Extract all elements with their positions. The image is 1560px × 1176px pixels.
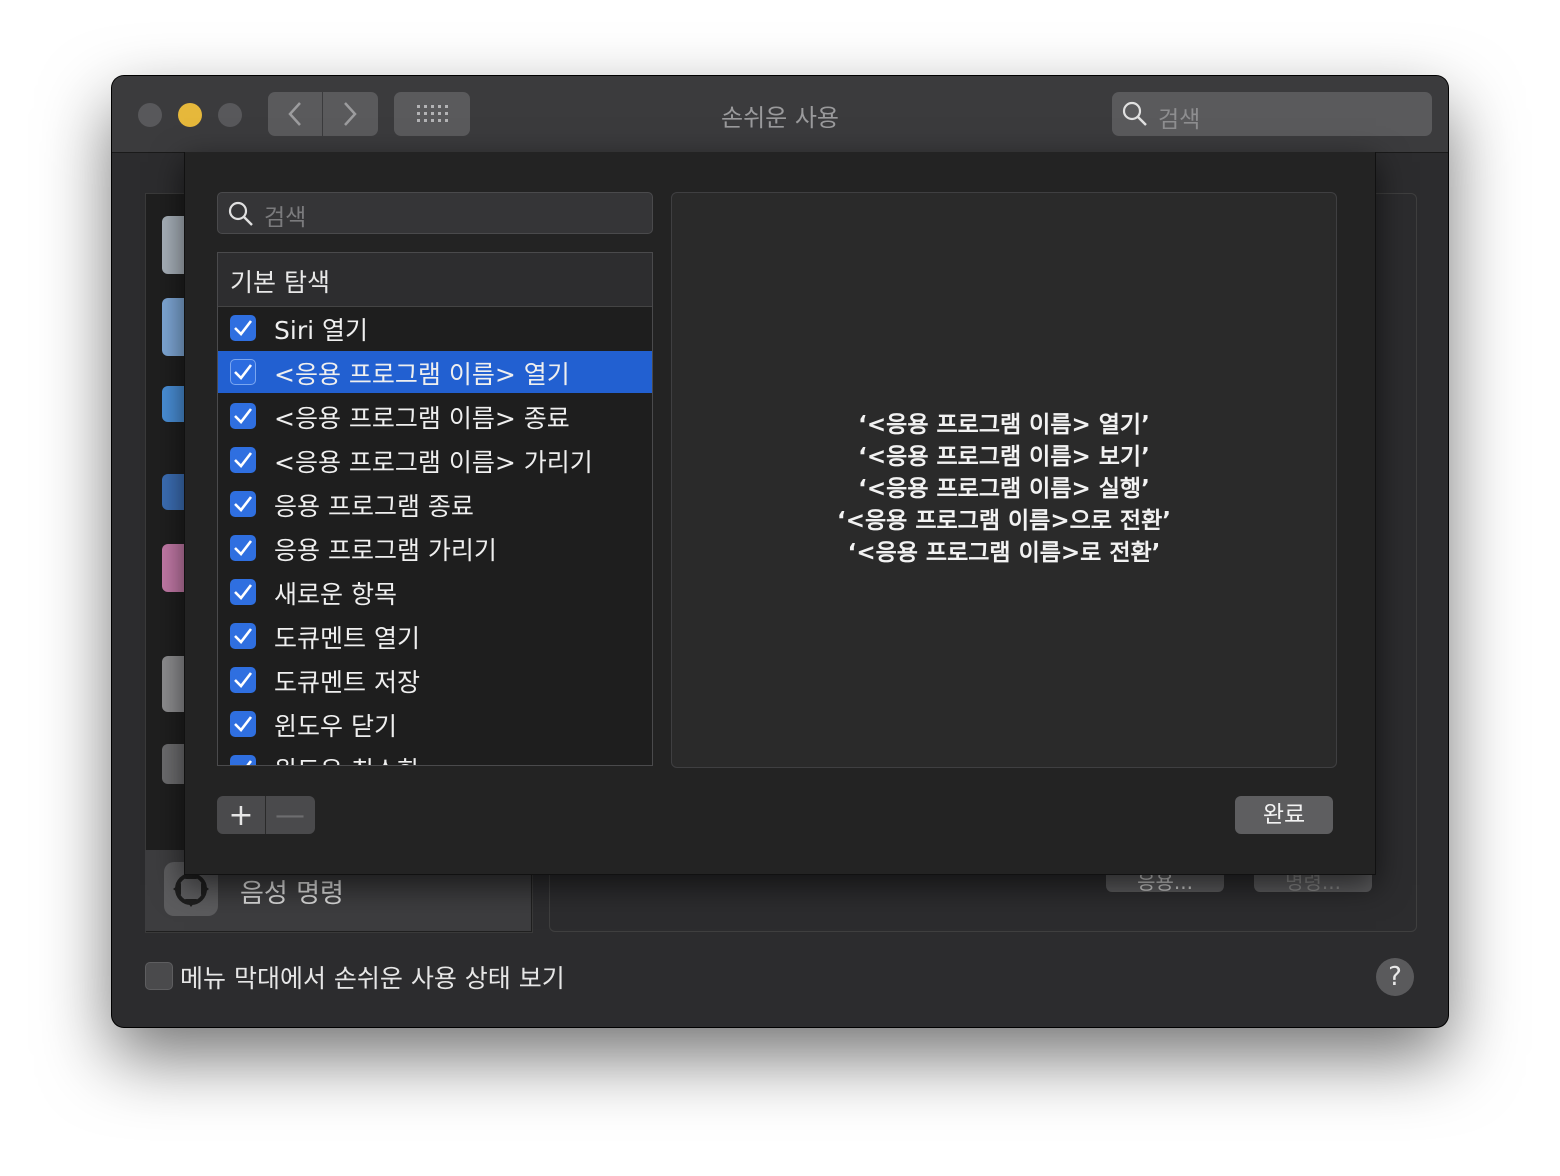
- checkmark-icon: [234, 540, 253, 556]
- command-label: <응용 프로그램 이름> 종료: [274, 404, 570, 433]
- command-checkbox[interactable]: [230, 667, 256, 693]
- checkmark-icon: [234, 452, 253, 468]
- done-button[interactable]: 완료: [1235, 796, 1333, 834]
- display-icon[interactable]: [162, 216, 184, 274]
- command-label: Siri 열기: [274, 316, 368, 345]
- list-item[interactable]: 새로운 항목: [218, 571, 652, 613]
- list-item[interactable]: 윈도우 닫기: [218, 703, 652, 745]
- checkmark-icon: [234, 716, 253, 732]
- list-section-header: 기본 탐색: [218, 253, 652, 307]
- command-detail-panel: ‘<응용 프로그램 이름> 열기’ ‘<응용 프로그램 이름> 보기’ ‘<응용…: [671, 192, 1337, 768]
- command-phrases: ‘<응용 프로그램 이름> 열기’ ‘<응용 프로그램 이름> 보기’ ‘<응용…: [672, 409, 1336, 569]
- command-label: 응용 프로그램 종료: [274, 492, 474, 521]
- search-placeholder: 검색: [1158, 107, 1201, 133]
- search-icon: [1122, 101, 1147, 126]
- command-label: <응용 프로그램 이름> 가리기: [274, 448, 593, 477]
- command-label: 도큐멘트 열기: [274, 624, 420, 653]
- command-checkbox[interactable]: [230, 359, 256, 385]
- audio-icon[interactable]: [162, 656, 184, 712]
- commands-list[interactable]: 기본 탐색 Siri 열기 <응용 프로그램 이름> 열기 <응용 프로그램 이…: [217, 252, 653, 766]
- descriptions-icon[interactable]: [162, 474, 184, 510]
- voiceover-icon[interactable]: [162, 386, 184, 422]
- command-label: 윈도우 최소화: [274, 751, 420, 765]
- command-checkbox[interactable]: [230, 403, 256, 429]
- menu-bar-status-checkbox[interactable]: [145, 962, 173, 990]
- list-item[interactable]: Siri 열기: [218, 307, 652, 349]
- command-phrase: ‘<응용 프로그램 이름> 실행’: [858, 476, 1150, 502]
- checkmark-icon: [234, 584, 253, 600]
- command-checkbox[interactable]: [230, 315, 256, 341]
- command-checkbox[interactable]: [230, 755, 256, 765]
- sidebar-item-label: 음성 명령: [240, 879, 344, 909]
- captions-icon[interactable]: [162, 544, 184, 592]
- checkmark-icon: [246, 760, 253, 765]
- list-item[interactable]: 응용 프로그램 종료: [218, 483, 652, 525]
- command-checkbox[interactable]: [230, 623, 256, 649]
- command-checkbox[interactable]: [230, 711, 256, 737]
- command-checkbox[interactable]: [230, 491, 256, 517]
- command-label: 새로운 항목: [274, 580, 397, 609]
- add-command-button[interactable]: +: [217, 796, 266, 834]
- command-label: 윈도우 닫기: [274, 712, 397, 741]
- list-item[interactable]: 응용 프로그램 가리기: [218, 527, 652, 569]
- command-phrase: ‘<응용 프로그램 이름> 보기’: [858, 444, 1150, 470]
- checkmark-icon: [234, 628, 253, 644]
- keyboard-icon[interactable]: [162, 744, 184, 784]
- section-title: 기본 탐색: [230, 268, 330, 297]
- command-phrase: ‘<응용 프로그램 이름>으로 전환’: [837, 508, 1171, 534]
- command-phrase: ‘<응용 프로그램 이름>로 전환’: [847, 540, 1161, 566]
- list-item[interactable]: <응용 프로그램 이름> 가리기: [218, 439, 652, 481]
- remove-command-button[interactable]: —: [266, 796, 314, 834]
- command-label: 도큐멘트 저장: [274, 668, 420, 697]
- list-item[interactable]: 도큐멘트 저장: [218, 659, 652, 701]
- checkmark-icon: [234, 364, 253, 380]
- checkmark-icon: [234, 496, 253, 512]
- list-item[interactable]: 도큐멘트 열기: [218, 615, 652, 657]
- list-item-selected[interactable]: <응용 프로그램 이름> 열기: [218, 351, 652, 393]
- title-bar: 손쉬운 사용 검색: [112, 76, 1448, 153]
- zoom-icon[interactable]: [162, 298, 184, 356]
- command-checkbox[interactable]: [230, 447, 256, 473]
- command-phrase: ‘<응용 프로그램 이름> 열기’: [858, 412, 1150, 438]
- commands-sheet: 검색 기본 탐색 Siri 열기 <응용 프로그램 이름> 열기 <응용 프로그…: [184, 152, 1376, 875]
- command-checkbox[interactable]: [230, 579, 256, 605]
- menu-bar-status-label: 메뉴 막대에서 손쉬운 사용 상태 보기: [180, 964, 565, 993]
- command-label: 응용 프로그램 가리기: [274, 536, 497, 565]
- command-checkbox[interactable]: [230, 535, 256, 561]
- search-icon: [228, 201, 253, 226]
- preferences-search-field[interactable]: 검색: [1112, 92, 1432, 136]
- checkmark-icon: [234, 320, 253, 336]
- preferences-window: 손쉬운 사용 검색 응용... 명령... 음성 명령 메뉴 막대에서 손쉬운 …: [112, 76, 1448, 1027]
- help-button[interactable]: ?: [1376, 958, 1414, 996]
- search-placeholder: 검색: [264, 205, 307, 231]
- command-label: <응용 프로그램 이름> 열기: [274, 360, 570, 389]
- commands-search-field[interactable]: 검색: [217, 192, 653, 234]
- list-item[interactable]: 윈도우 최소화: [218, 747, 652, 765]
- list-item[interactable]: <응용 프로그램 이름> 종료: [218, 395, 652, 437]
- checkmark-icon: [234, 672, 253, 688]
- add-remove-group: + —: [217, 796, 315, 834]
- checkmark-icon: [234, 408, 253, 424]
